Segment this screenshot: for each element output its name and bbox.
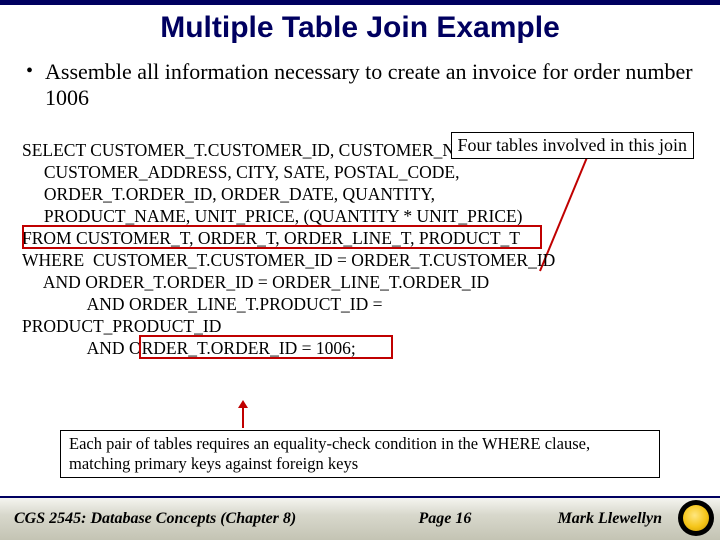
sql-line: AND ORDER_T.ORDER_ID = 1006; — [22, 337, 698, 359]
sql-line: FROM CUSTOMER_T, ORDER_T, ORDER_LINE_T, … — [22, 227, 698, 249]
ucf-logo-icon — [678, 500, 714, 536]
top-border — [0, 0, 720, 5]
footer-page: Page 16 — [296, 510, 557, 528]
footer-bar: CGS 2545: Database Concepts (Chapter 8) … — [0, 496, 720, 540]
sql-line: AND ORDER_LINE_T.PRODUCT_ID = — [22, 293, 698, 315]
footer-course: CGS 2545: Database Concepts (Chapter 8) — [14, 510, 296, 528]
sql-line: ORDER_T.ORDER_ID, ORDER_DATE, QUANTITY, — [22, 183, 698, 205]
bullet-row: • Assemble all information necessary to … — [26, 59, 694, 111]
bullet-text: Assemble all information necessary to cr… — [45, 59, 694, 111]
sql-block: SELECT CUSTOMER_T.CUSTOMER_ID, CUSTOMER_… — [22, 139, 698, 359]
slide-title: Multiple Table Join Example — [0, 11, 720, 45]
footer-inner: CGS 2545: Database Concepts (Chapter 8) … — [0, 510, 720, 528]
bullet-dot-icon: • — [26, 59, 33, 111]
sql-line: AND ORDER_T.ORDER_ID = ORDER_LINE_T.ORDE… — [22, 271, 698, 293]
sql-line: WHERE CUSTOMER_T.CUSTOMER_ID = ORDER_T.C… — [22, 249, 698, 271]
sql-line: PRODUCT_PRODUCT_ID — [22, 315, 698, 337]
pointer-arrow-up — [237, 400, 249, 428]
callout-bottom: Each pair of tables requires an equality… — [60, 430, 660, 478]
ucf-logo-inner — [683, 505, 709, 531]
sql-line: CUSTOMER_ADDRESS, CITY, SATE, POSTAL_COD… — [22, 161, 698, 183]
content-area: • Assemble all information necessary to … — [0, 59, 720, 111]
sql-line: PRODUCT_NAME, UNIT_PRICE, (QUANTITY * UN… — [22, 205, 698, 227]
callout-top: Four tables involved in this join — [451, 132, 695, 159]
